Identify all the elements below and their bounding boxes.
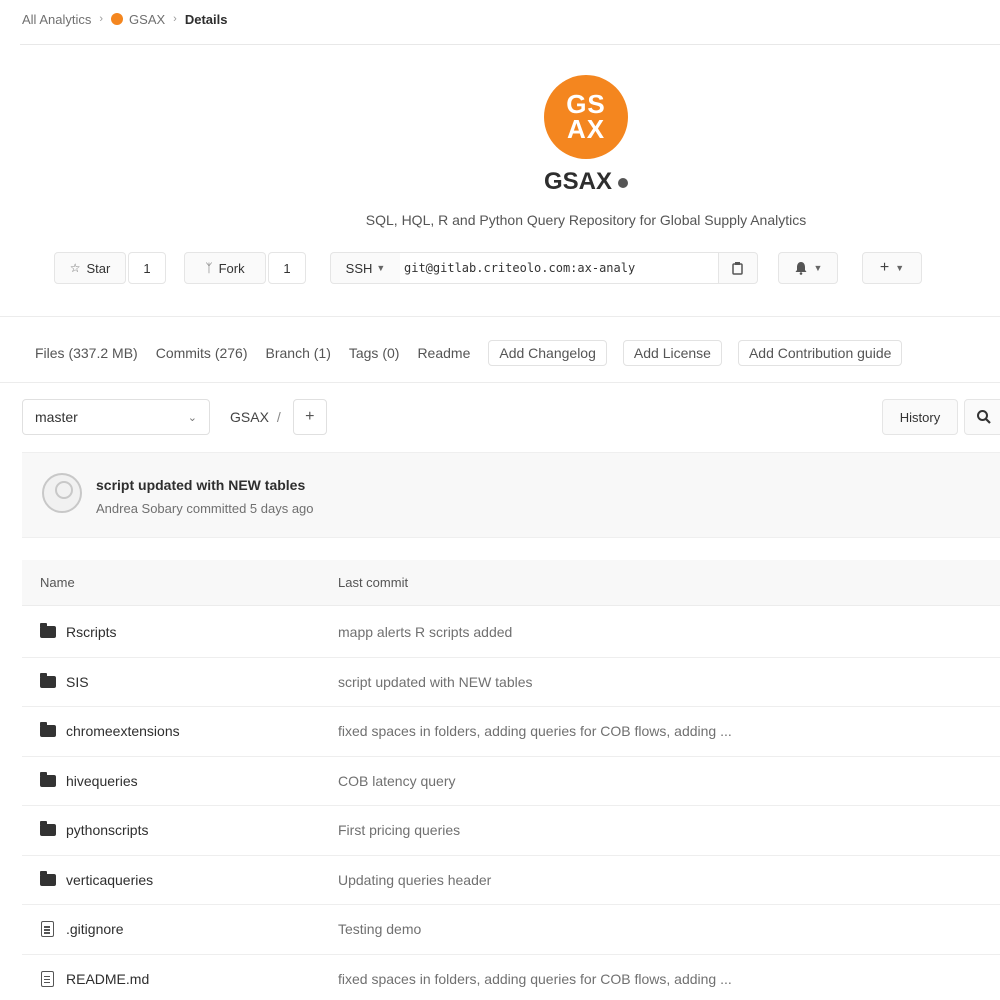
commit-message[interactable]: COB latency query <box>338 773 456 789</box>
add-dropdown[interactable]: + ▼ <box>862 252 922 284</box>
breadcrumb: All Analytics › GSAX › Details <box>22 8 227 30</box>
commit-title[interactable]: script updated with NEW tables <box>96 477 305 493</box>
avatar <box>42 473 82 513</box>
chevron-right-icon: › <box>173 13 177 25</box>
commit-message[interactable]: Updating queries header <box>338 872 491 888</box>
copy-url-button[interactable] <box>718 252 758 284</box>
breadcrumb-current: Details <box>184 11 228 27</box>
branch-selector[interactable]: master ⌄ <box>22 399 210 435</box>
project-title: GSAX <box>0 168 1000 196</box>
project-description: SQL, HQL, R and Python Query Repository … <box>365 212 807 228</box>
commit-message[interactable]: First pricing queries <box>338 822 460 838</box>
divider <box>0 382 1000 383</box>
fork-button[interactable]: ᛉ Fork <box>184 252 266 284</box>
visibility-icon <box>618 177 628 188</box>
commit-message[interactable]: Testing demo <box>338 921 421 937</box>
commit-message[interactable]: fixed spaces in folders, adding queries … <box>338 971 732 987</box>
add-to-tree-button[interactable]: + <box>292 399 327 435</box>
file-table-header: Name Last commit <box>22 560 1000 606</box>
file-table: Rscripts mapp alerts R scripts added SIS… <box>22 608 1000 1000</box>
tags-link[interactable]: Tags (0) <box>349 345 400 361</box>
file-name[interactable]: SIS <box>66 674 89 690</box>
table-row[interactable]: .gitignore Testing demo <box>22 905 1000 955</box>
folder-icon <box>40 870 56 886</box>
plus-icon: + <box>305 408 315 425</box>
fork-label: Fork <box>218 260 245 276</box>
branch-name: master <box>35 409 78 425</box>
clone-url-input[interactable]: git@gitlab.criteolo.com:ax-analy <box>400 252 718 284</box>
star-button[interactable]: ☆ Star <box>54 252 126 284</box>
branch-link[interactable]: Branch (1) <box>266 345 331 361</box>
folder-icon <box>40 672 56 688</box>
project-stats: Files (337.2 MB) Commits (276) Branch (1… <box>35 340 918 366</box>
notification-dropdown[interactable]: ▼ <box>778 252 838 284</box>
file-name[interactable]: Rscripts <box>66 624 117 640</box>
chevron-down-icon: ⌄ <box>187 411 197 424</box>
file-name[interactable]: pythonscripts <box>66 822 148 838</box>
plus-icon: + <box>879 259 890 276</box>
table-row[interactable]: Rscripts mapp alerts R scripts added <box>22 608 1000 658</box>
commit-message[interactable]: mapp alerts R scripts added <box>338 624 512 640</box>
project-name: GSAX <box>543 168 612 195</box>
last-commit-panel: script updated with NEW tables Andrea So… <box>22 452 1000 538</box>
clipboard-icon <box>732 262 743 275</box>
divider <box>20 44 1000 45</box>
clone-protocol-label: SSH <box>345 260 373 276</box>
commits-link[interactable]: Commits (276) <box>156 345 248 361</box>
star-icon: ☆ <box>69 261 81 275</box>
bell-icon <box>795 262 807 275</box>
chevron-down-icon: ▼ <box>813 263 823 273</box>
table-row[interactable]: verticaqueries Updating queries header <box>22 856 1000 905</box>
project-avatar: GS AX <box>544 75 628 159</box>
tree-controls: master ⌄ GSAX / + <box>22 398 327 436</box>
find-file-button[interactable] <box>964 399 1000 435</box>
breadcrumb-group-link[interactable]: All Analytics <box>22 12 91 27</box>
project-actions: ☆ Star 1 ᛉ Fork 1 SSH ▼ git@gitlab.crite… <box>54 252 922 284</box>
readme-link[interactable]: Readme <box>417 345 470 361</box>
table-row[interactable]: hivequeries COB latency query <box>22 757 1000 806</box>
path-separator: / <box>276 409 281 425</box>
file-name[interactable]: hivequeries <box>66 773 138 789</box>
files-link[interactable]: Files (337.2 MB) <box>35 345 138 361</box>
file-icon <box>41 921 54 937</box>
column-header-last-commit: Last commit <box>338 575 409 590</box>
file-name[interactable]: chromeextensions <box>66 723 180 739</box>
add-license-button[interactable]: Add License <box>622 340 722 366</box>
history-button[interactable]: History <box>882 399 958 435</box>
add-contribution-button[interactable]: Add Contribution guide <box>737 340 903 366</box>
chevron-right-icon: › <box>99 13 104 25</box>
breadcrumb-project-link[interactable]: GSAX <box>129 12 165 27</box>
file-name[interactable]: verticaqueries <box>66 872 153 888</box>
table-row[interactable]: pythonscripts First pricing queries <box>22 806 1000 856</box>
star-count[interactable]: 1 <box>128 252 166 284</box>
divider <box>0 316 1000 317</box>
folder-icon <box>40 771 56 787</box>
fork-count[interactable]: 1 <box>268 252 306 284</box>
commit-message[interactable]: script updated with NEW tables <box>338 674 533 690</box>
folder-icon <box>40 722 56 737</box>
clone-protocol-dropdown[interactable]: SSH ▼ <box>330 252 400 284</box>
add-changelog-button[interactable]: Add Changelog <box>488 340 607 366</box>
folder-icon <box>40 821 56 836</box>
fork-icon: ᛉ <box>205 261 213 275</box>
chevron-down-icon: ▼ <box>376 263 386 273</box>
table-row[interactable]: chromeextensions fixed spaces in folders… <box>22 707 1000 757</box>
table-row[interactable]: README.md fixed spaces in folders, addin… <box>22 955 1000 1000</box>
commit-message[interactable]: fixed spaces in folders, adding queries … <box>338 723 732 739</box>
commit-meta: Andrea Sobary committed 5 days ago <box>96 501 314 516</box>
star-label: Star <box>86 260 111 276</box>
path-root-link[interactable]: GSAX <box>230 409 269 425</box>
column-header-name: Name <box>40 575 75 590</box>
file-icon <box>41 970 54 987</box>
file-name[interactable]: README.md <box>66 971 149 987</box>
avatar-text-line2: AX <box>566 114 606 144</box>
project-dot-icon <box>111 13 124 25</box>
folder-icon <box>40 623 56 638</box>
chevron-down-icon: ▼ <box>895 263 905 273</box>
table-row[interactable]: SIS script updated with NEW tables <box>22 658 1000 707</box>
search-icon <box>977 410 991 424</box>
file-name[interactable]: .gitignore <box>66 921 124 937</box>
